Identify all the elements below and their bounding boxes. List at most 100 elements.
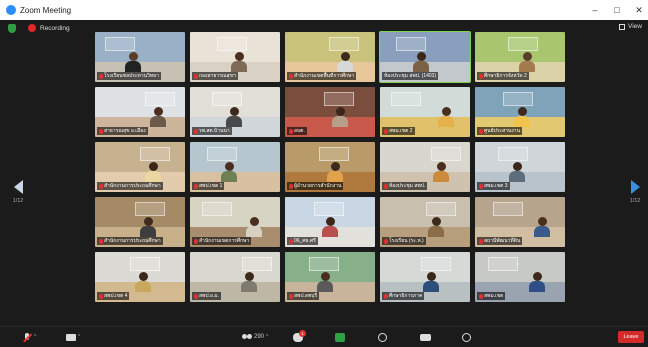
participant-name-label: สำนักงานการประถมศึกษา xyxy=(97,237,163,245)
participant-body xyxy=(231,61,247,72)
participant-tile[interactable]: โรงเรียนชลประทานวิทยา xyxy=(95,32,185,82)
participant-name: สพป.เขต 4 xyxy=(104,293,128,299)
participant-figure xyxy=(534,217,550,237)
participant-tile[interactable]: สพม.เขต 2 xyxy=(380,87,470,137)
room-backdrop xyxy=(212,92,242,106)
participant-name: โรงเรียน (ระ.ห.) xyxy=(389,238,424,244)
microphone-muted-icon xyxy=(479,73,483,79)
participant-head xyxy=(532,272,542,281)
participant-tile[interactable]: ศึกษาธิการจังหวัด 2 xyxy=(475,32,565,82)
participant-figure xyxy=(150,107,166,127)
participant-figure xyxy=(413,52,429,72)
participant-name: สพป.เขต 1 xyxy=(199,183,223,189)
room-backdrop xyxy=(431,147,461,161)
participant-tile[interactable]: ศูนย์ประสานงาน xyxy=(475,87,565,137)
next-page-button[interactable]: 1/12 xyxy=(627,180,643,204)
leave-button[interactable]: Leave xyxy=(618,331,644,343)
microphone-muted-icon xyxy=(479,293,483,299)
view-label: View xyxy=(628,23,642,30)
participant-name-label: สถานีพัฒนาที่ดิน xyxy=(477,237,523,245)
participant-figure xyxy=(509,162,525,182)
microphone-muted-icon xyxy=(384,128,388,134)
participant-head xyxy=(234,52,244,61)
chevron-up-icon[interactable]: ^ xyxy=(78,334,80,340)
maximize-button[interactable]: □ xyxy=(612,5,622,15)
participant-name-label: สพป.เขต 4 xyxy=(97,292,130,300)
participant-name-label: ศึกษาธิการภาค xyxy=(382,292,425,300)
room-backdrop xyxy=(140,147,170,161)
participant-name-label: ศูนย์ประสานงาน xyxy=(477,127,523,135)
participant-tile[interactable]: รพ.สต.บ้านนา xyxy=(190,87,280,137)
participant-name: สำนักงานเขตการศึกษา xyxy=(199,238,250,244)
participant-tile[interactable]: สพป.ลพบุรี xyxy=(285,252,375,302)
participant-tile[interactable]: สำนักงานการประถมศึกษา xyxy=(95,197,185,247)
participant-name-label: สพม.เขต 2 xyxy=(382,127,415,135)
room-backdrop xyxy=(391,92,421,106)
participant-head xyxy=(153,107,163,116)
participant-figure xyxy=(140,217,156,237)
participant-tile[interactable]: สถานีพัฒนาที่ดิน xyxy=(475,197,565,247)
participant-figure xyxy=(519,52,535,72)
unmute-button[interactable]: ^ xyxy=(22,330,36,344)
next-page-indicator: 1/12 xyxy=(629,198,641,204)
participant-tile[interactable]: สพม.เขต 3 xyxy=(475,142,565,192)
participant-tile[interactable]: ศึกษาธิการภาค xyxy=(380,252,470,302)
participant-figure xyxy=(428,217,444,237)
video-button[interactable]: ^ xyxy=(66,330,80,344)
participant-name: ศูนย์ประสานงาน xyxy=(484,128,521,134)
participant-name-label: สพป.อ.ม. xyxy=(192,292,221,300)
participant-head xyxy=(441,107,451,116)
participant-tile[interactable]: สำนักงานเขตการศึกษา xyxy=(190,197,280,247)
participant-body xyxy=(332,116,348,127)
microphone-muted-icon xyxy=(384,293,388,299)
participant-name-label: สพม.เขต xyxy=(477,292,506,300)
participant-tile[interactable]: อบต. xyxy=(285,87,375,137)
participant-body xyxy=(529,281,545,292)
record-button[interactable] xyxy=(378,330,387,344)
microphone-muted-icon xyxy=(194,73,198,79)
room-backdrop xyxy=(508,37,538,51)
share-screen-button[interactable] xyxy=(335,330,345,344)
chat-button[interactable]: 1 xyxy=(293,329,306,344)
arrow-right-icon xyxy=(630,180,640,194)
participant-head xyxy=(431,217,441,226)
participant-head xyxy=(330,162,340,171)
participant-tile[interactable]: 06_ศธ.ศรี xyxy=(285,197,375,247)
participant-head xyxy=(512,162,522,171)
close-button[interactable]: ✕ xyxy=(634,5,644,16)
room-backdrop xyxy=(503,92,533,106)
minimize-button[interactable]: – xyxy=(590,5,600,15)
view-button[interactable]: View xyxy=(619,23,642,30)
microphone-muted-icon xyxy=(22,332,32,342)
participant-body xyxy=(428,226,444,237)
participant-tile[interactable]: สำนักงานเขตพื้นที่การศึกษา xyxy=(285,32,375,82)
participant-tile[interactable]: ห้องประชุม สพป. xyxy=(380,142,470,192)
chevron-up-icon[interactable]: ^ xyxy=(266,334,268,340)
participant-tile[interactable]: สพป.อ.ม. xyxy=(190,252,280,302)
reactions-button[interactable] xyxy=(462,330,471,344)
participant-name-label: สพป.เขต 1 xyxy=(192,182,225,190)
room-backdrop xyxy=(242,257,272,271)
participant-tile[interactable]: ผู้อำนวยการสำนักงาน xyxy=(285,142,375,192)
participant-tile[interactable]: ห้องประชุม สพป. (1403) xyxy=(379,31,471,83)
participant-tile[interactable]: สพป.เขต 1 xyxy=(190,142,280,192)
participant-tile[interactable]: โรงเรียน (ระ.ห.) xyxy=(380,197,470,247)
closed-caption-button[interactable] xyxy=(420,330,431,344)
participant-head xyxy=(148,162,158,171)
participant-tile[interactable]: กองสาธารณสุขฯ xyxy=(190,32,280,82)
chevron-up-icon[interactable]: ^ xyxy=(34,334,36,340)
participants-button[interactable]: 290 ^ xyxy=(242,330,268,344)
participant-body xyxy=(241,281,257,292)
previous-page-button[interactable]: 1/12 xyxy=(10,180,26,204)
participant-tile[interactable]: สาธารณสุข อ.เมือง xyxy=(95,87,185,137)
participant-tile[interactable]: สำนักงานการประถมศึกษา xyxy=(95,142,185,192)
room-backdrop xyxy=(135,202,165,216)
participant-figure xyxy=(327,162,343,182)
participant-body xyxy=(423,281,439,292)
room-backdrop xyxy=(324,92,354,106)
microphone-muted-icon xyxy=(99,128,103,134)
participant-tile[interactable]: สพม.เขต xyxy=(475,252,565,302)
participant-tile[interactable]: สพป.เขต 4 xyxy=(95,252,185,302)
participant-body xyxy=(519,61,535,72)
security-shield-icon[interactable] xyxy=(8,23,16,33)
